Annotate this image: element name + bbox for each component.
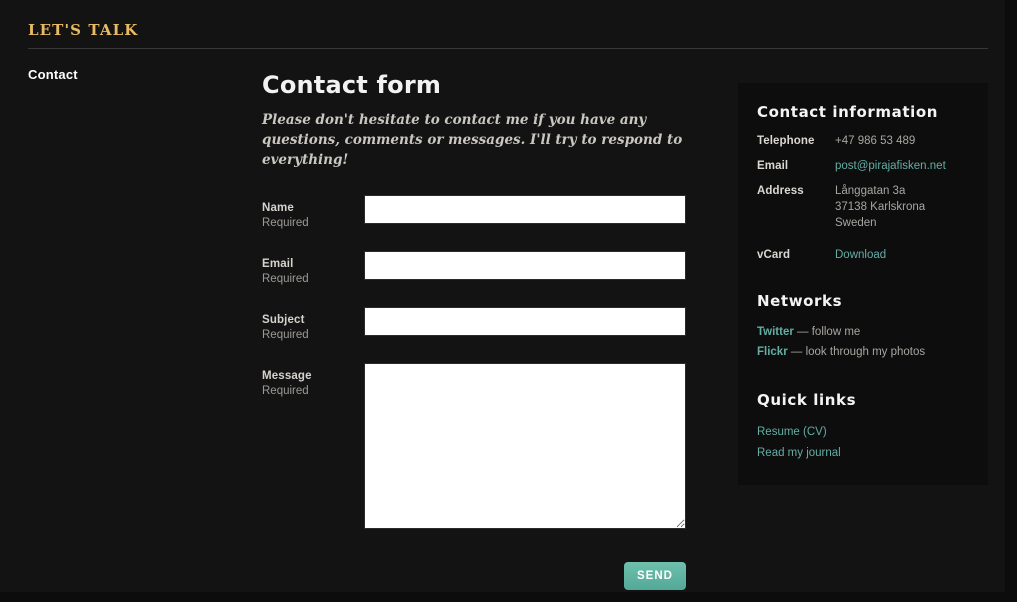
info-row-email: Email post@pirajafisken.net bbox=[757, 158, 968, 174]
field-label-subject-text: Subject bbox=[262, 314, 305, 326]
field-row-email: Email Required bbox=[262, 251, 692, 297]
message-textarea[interactable] bbox=[364, 363, 686, 529]
field-label-name: Name Required bbox=[262, 201, 358, 231]
network-description-flickr: look through my photos bbox=[805, 346, 926, 358]
address-line-3: Sweden bbox=[835, 217, 877, 229]
email-link[interactable]: post@pirajafisken.net bbox=[835, 160, 946, 172]
vcard-download-link[interactable]: Download bbox=[835, 249, 886, 261]
quick-link-row-journal: Read my journal bbox=[757, 442, 968, 463]
field-label-email-text: Email bbox=[262, 258, 294, 270]
masthead: LET'S TALK bbox=[28, 20, 988, 40]
address-line-2: 37138 Karlskrona bbox=[835, 201, 926, 213]
email-input[interactable] bbox=[364, 251, 686, 280]
info-value-email: post@pirajafisken.net bbox=[835, 158, 968, 174]
page-title: Contact form bbox=[262, 71, 442, 99]
submit-row: SEND bbox=[262, 562, 692, 602]
field-row-message: Message Required bbox=[262, 363, 692, 538]
info-label-address: Address bbox=[757, 185, 804, 197]
contact-information-heading: Contact information bbox=[757, 103, 939, 121]
field-requirement-name: Required bbox=[262, 217, 309, 229]
sidebar-nav: Contact bbox=[28, 66, 228, 84]
site-title: LET'S TALK bbox=[28, 21, 139, 39]
flickr-link[interactable]: Flickr bbox=[757, 346, 788, 358]
info-row-vcard: vCard Download bbox=[757, 247, 968, 263]
subject-input[interactable] bbox=[364, 307, 686, 336]
field-label-subject: Subject Required bbox=[262, 313, 358, 343]
network-row-twitter: Twitter — follow me bbox=[757, 322, 968, 342]
info-label-vcard: vCard bbox=[757, 249, 791, 261]
network-description-twitter: follow me bbox=[811, 326, 861, 338]
field-label-message: Message Required bbox=[262, 369, 358, 399]
info-value-address: Långgatan 3a 37138 Karlskrona Sweden bbox=[835, 183, 968, 231]
quick-link-row-resume: Resume (CV) bbox=[757, 421, 968, 442]
resume-cv-link[interactable]: Resume (CV) bbox=[757, 426, 827, 438]
network-dash-flickr: — bbox=[787, 346, 806, 358]
sidebar-item-contact[interactable]: Contact bbox=[28, 66, 228, 84]
read-my-journal-link[interactable]: Read my journal bbox=[757, 447, 841, 459]
field-row-subject: Subject Required bbox=[262, 307, 692, 353]
field-label-name-text: Name bbox=[262, 202, 294, 214]
info-label-email: Email bbox=[757, 160, 789, 172]
info-value-telephone: +47 986 53 489 bbox=[835, 135, 916, 147]
quick-links-heading: Quick links bbox=[757, 391, 857, 409]
info-label-telephone: Telephone bbox=[757, 135, 815, 147]
network-row-flickr: Flickr — look through my photos bbox=[757, 342, 968, 362]
header-divider bbox=[28, 48, 988, 49]
field-requirement-email: Required bbox=[262, 273, 309, 285]
field-row-name: Name Required bbox=[262, 195, 692, 241]
field-requirement-message: Required bbox=[262, 385, 309, 397]
contact-form-section: Contact form Please don't hesitate to co… bbox=[262, 70, 692, 602]
info-row-telephone: Telephone +47 986 53 489 bbox=[757, 133, 968, 149]
info-value-vcard: Download bbox=[835, 247, 968, 263]
twitter-link[interactable]: Twitter bbox=[757, 326, 794, 338]
address-line-1: Långgatan 3a bbox=[835, 185, 906, 197]
page-container: LET'S TALK Contact Contact form Please d… bbox=[0, 0, 1005, 592]
name-input[interactable] bbox=[364, 195, 686, 224]
form-intro-text: Please don't hesitate to contact me if y… bbox=[262, 112, 683, 168]
send-button[interactable]: SEND bbox=[624, 562, 686, 590]
field-label-email: Email Required bbox=[262, 257, 358, 287]
info-row-address: Address Långgatan 3a 37138 Karlskrona Sw… bbox=[757, 183, 968, 231]
field-label-message-text: Message bbox=[262, 370, 312, 382]
contact-form: Name Required Email Required Subject Req… bbox=[262, 195, 692, 602]
network-dash-twitter: — bbox=[793, 326, 812, 338]
networks-heading: Networks bbox=[757, 292, 843, 310]
field-requirement-subject: Required bbox=[262, 329, 309, 341]
contact-information-panel: Contact information Telephone +47 986 53… bbox=[738, 83, 988, 485]
